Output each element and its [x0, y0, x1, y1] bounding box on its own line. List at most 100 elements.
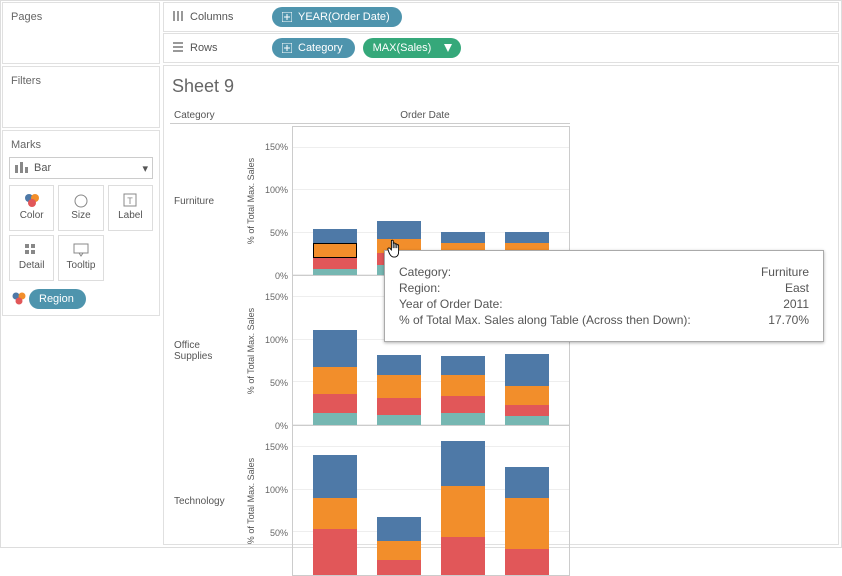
pages-shelf[interactable]: Pages — [2, 2, 160, 64]
tooltip: Category:Furniture Region:East Year of O… — [384, 250, 824, 342]
bar-segment[interactable] — [505, 354, 549, 387]
bar[interactable] — [505, 467, 549, 575]
bar-segment[interactable] — [377, 517, 421, 541]
filters-shelf[interactable]: Filters — [2, 66, 160, 128]
bar[interactable] — [313, 455, 357, 575]
svg-text:T: T — [128, 196, 134, 206]
axis-tick: 50% — [260, 528, 288, 538]
bar-segment[interactable] — [505, 386, 549, 405]
bar-segment[interactable] — [441, 396, 485, 413]
bar-segment[interactable] — [377, 221, 421, 239]
cursor-pointer-icon — [386, 238, 404, 260]
rows-icon — [172, 41, 184, 56]
col-header-orderdate: Order Date — [280, 108, 570, 124]
worksheet-view: Sheet 9 Category Order Date Furniture% o… — [163, 65, 839, 545]
bar-icon — [14, 161, 28, 176]
marks-title: Marks — [9, 137, 153, 157]
bar-segment[interactable] — [441, 232, 485, 243]
tooltip-icon — [72, 242, 90, 258]
marks-tooltip-button[interactable]: Tooltip — [58, 235, 103, 281]
bar[interactable] — [313, 229, 357, 275]
bar-segment[interactable] — [505, 232, 549, 243]
bar-segment[interactable] — [505, 549, 549, 575]
axis-tick: 100% — [260, 335, 288, 345]
size-icon — [72, 192, 90, 208]
bar-segment[interactable] — [377, 375, 421, 397]
marks-type-label: Bar — [34, 162, 51, 174]
columns-pill-year-orderdate[interactable]: YEAR(Order Date) — [272, 7, 402, 27]
bar-segment[interactable] — [377, 541, 421, 560]
y-axis-ticks: 150%100%50%0% — [260, 276, 290, 426]
bar-segment[interactable] — [505, 498, 549, 549]
axis-tick: 150% — [260, 442, 288, 452]
bar-segment[interactable] — [313, 529, 357, 575]
chart-row: Technology% of Total Max. Sales150% 100% 5… — [170, 426, 832, 576]
col-header-category: Category — [170, 108, 280, 124]
bar[interactable] — [441, 356, 485, 425]
filters-title: Filters — [9, 73, 153, 93]
bar-segment[interactable] — [313, 243, 357, 258]
bar-segment[interactable] — [313, 229, 357, 243]
axis-tick: 150% — [260, 292, 288, 302]
bar[interactable] — [505, 354, 549, 425]
rows-shelf[interactable]: Rows Category MAX(Sales) — [163, 33, 839, 63]
bar-segment[interactable] — [441, 486, 485, 537]
axis-tick: 150% — [260, 142, 288, 152]
bar-segment[interactable] — [377, 415, 421, 425]
bar[interactable] — [377, 517, 421, 575]
bar-segment[interactable] — [313, 367, 357, 394]
label-icon: T — [121, 192, 139, 208]
bar-segment[interactable] — [505, 416, 549, 425]
marks-card: Marks Bar ▾ Color Size T Label — [2, 130, 160, 316]
marks-color-button[interactable]: Color — [9, 185, 54, 231]
bar-segment[interactable] — [313, 258, 357, 269]
bar[interactable] — [313, 330, 357, 425]
pages-title: Pages — [9, 9, 153, 29]
rows-pill-category[interactable]: Category — [272, 38, 355, 58]
axis-tick: 100% — [260, 485, 288, 495]
y-axis-label: % of Total Max. Sales — [242, 126, 260, 276]
chart-plot[interactable] — [292, 426, 570, 576]
y-axis-label: % of Total Max. Sales — [242, 276, 260, 426]
bar-segment[interactable] — [505, 405, 549, 415]
bar-segment[interactable] — [377, 355, 421, 376]
bar-segment[interactable] — [313, 269, 357, 275]
color-legend-icon — [9, 291, 29, 308]
axis-tick: 50% — [260, 378, 288, 388]
bar-segment[interactable] — [313, 498, 357, 529]
bar-segment[interactable] — [441, 413, 485, 425]
bar-segment[interactable] — [441, 537, 485, 575]
table-calc-icon — [443, 43, 453, 53]
y-axis-label: % of Total Max. Sales — [242, 426, 260, 576]
columns-shelf[interactable]: Columns YEAR(Order Date) — [163, 2, 839, 32]
bar-segment[interactable] — [377, 398, 421, 415]
bar[interactable] — [377, 355, 421, 425]
rows-pill-max-sales[interactable]: MAX(Sales) — [363, 38, 462, 58]
bar-segment[interactable] — [505, 467, 549, 498]
columns-icon — [172, 10, 184, 25]
category-row-label: Technology — [170, 426, 242, 576]
detail-icon — [23, 242, 41, 258]
y-axis-ticks: 150%100%50%0% — [260, 126, 290, 276]
plus-icon — [282, 12, 292, 22]
marks-size-button[interactable]: Size — [58, 185, 103, 231]
rows-label: Rows — [190, 42, 218, 54]
marks-type-select[interactable]: Bar ▾ — [9, 157, 153, 179]
bar-segment[interactable] — [313, 455, 357, 498]
bar-segment[interactable] — [441, 441, 485, 486]
bar-segment[interactable] — [441, 356, 485, 375]
marks-label-button[interactable]: T Label — [108, 185, 153, 231]
columns-label: Columns — [190, 11, 233, 23]
bar-segment[interactable] — [377, 560, 421, 575]
bar-segment[interactable] — [313, 330, 357, 367]
bar-segment[interactable] — [313, 413, 357, 425]
category-row-label: Furniture — [170, 126, 242, 276]
bar-segment[interactable] — [313, 394, 357, 413]
axis-tick: 50% — [260, 228, 288, 238]
sheet-title[interactable]: Sheet 9 — [170, 76, 834, 97]
bar-segment[interactable] — [441, 375, 485, 396]
marks-color-pill-region[interactable]: Region — [29, 289, 86, 309]
marks-detail-button[interactable]: Detail — [9, 235, 54, 281]
bar[interactable] — [441, 441, 485, 575]
chevron-down-icon: ▾ — [142, 162, 148, 175]
